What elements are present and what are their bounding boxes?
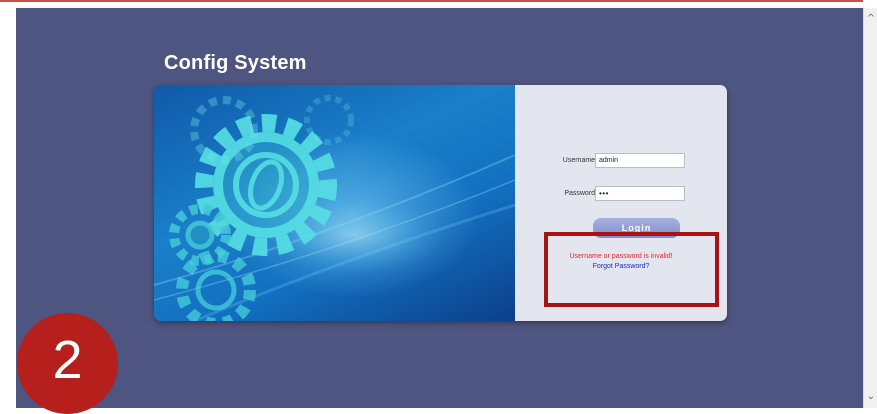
password-label: Password: — [564, 190, 597, 197]
gear-artwork-panel — [154, 85, 515, 321]
username-label: Username: — [562, 157, 597, 164]
vertical-scrollbar[interactable]: ^ ⌄ — [863, 8, 877, 408]
page-title: Config System — [164, 52, 307, 74]
scroll-up-arrow-icon[interactable]: ^ — [864, 12, 877, 26]
step-number-badge: 2 — [17, 313, 118, 414]
highlight-annotation-box — [544, 232, 719, 307]
username-field[interactable]: admin — [595, 153, 685, 168]
gear-icon — [154, 95, 515, 321]
scroll-down-arrow-icon[interactable]: ⌄ — [864, 390, 877, 404]
top-rule — [0, 0, 863, 2]
password-field[interactable]: ••• — [595, 186, 685, 201]
